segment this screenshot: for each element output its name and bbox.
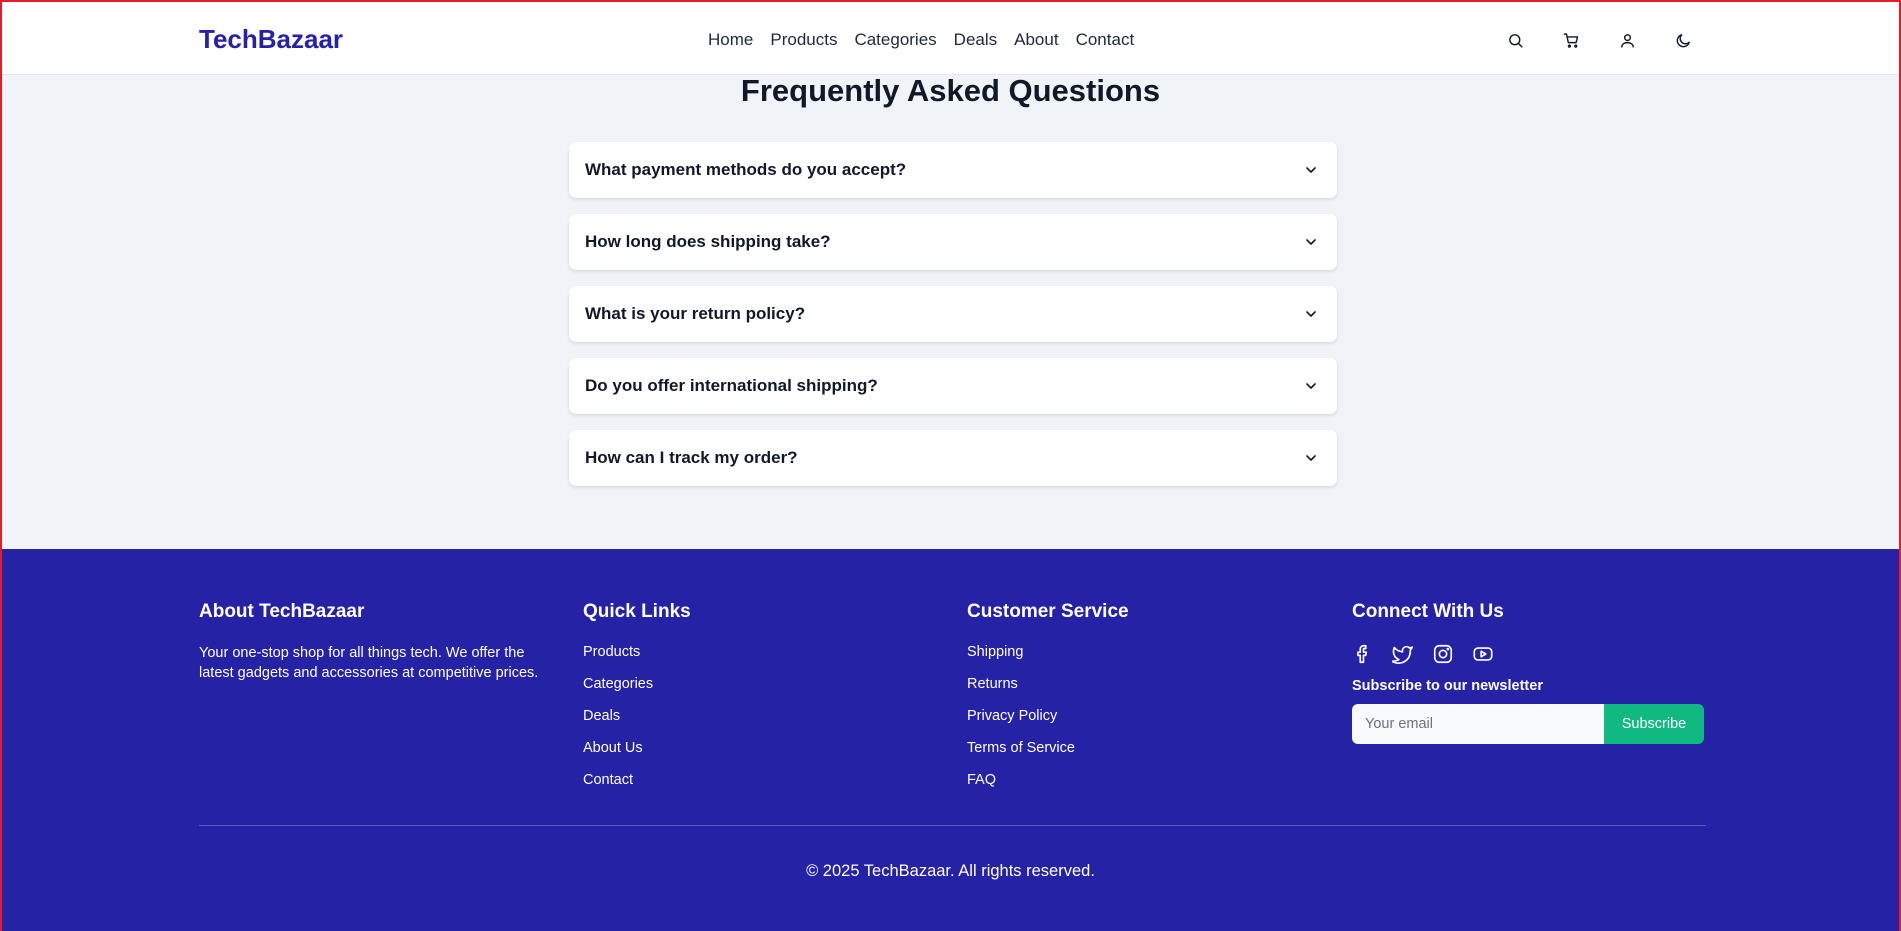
footer-link-privacy-policy[interactable]: Privacy Policy — [967, 707, 1129, 726]
footer-link-deals[interactable]: Deals — [583, 707, 691, 726]
header-actions — [1504, 29, 1728, 51]
faq-question: What payment methods do you accept? — [585, 160, 907, 179]
newsletter-form: Subscribe — [1352, 704, 1704, 744]
footer-about: About TechBazaar Your one-stop shop for … — [199, 601, 559, 683]
footer-customer-service: Customer Service Shipping Returns Privac… — [967, 601, 1129, 803]
footer-divider — [199, 825, 1706, 826]
site-footer: About TechBazaar Your one-stop shop for … — [2, 549, 1899, 931]
chevron-down-icon — [1303, 450, 1319, 466]
faq-title: Frequently Asked Questions — [740, 73, 1161, 108]
faq-item[interactable]: What is your return policy? — [569, 286, 1337, 342]
footer-customer-service-title: Customer Service — [967, 601, 1129, 622]
faq-item[interactable]: Do you offer international shipping? — [569, 358, 1337, 414]
main-nav: Home Products Categories Deals About Con… — [708, 30, 1151, 50]
faq-item[interactable]: How can I track my order? — [569, 430, 1337, 486]
subscribe-button[interactable]: Subscribe — [1604, 704, 1704, 744]
twitter-icon[interactable] — [1392, 640, 1432, 668]
moon-icon[interactable] — [1672, 29, 1694, 51]
chevron-down-icon — [1303, 234, 1319, 250]
youtube-icon[interactable] — [1472, 640, 1512, 668]
nav-link-home[interactable]: Home — [708, 30, 753, 50]
nav-link-about[interactable]: About — [1014, 30, 1058, 50]
site-logo[interactable]: TechBazaar — [199, 24, 343, 55]
footer-link-faq[interactable]: FAQ — [967, 771, 1129, 790]
footer-link-contact[interactable]: Contact — [583, 771, 691, 790]
footer-quick-links-title: Quick Links — [583, 601, 691, 622]
faq-item[interactable]: How long does shipping take? — [569, 214, 1337, 270]
cart-icon[interactable] — [1560, 29, 1582, 51]
footer-link-shipping[interactable]: Shipping — [967, 643, 1129, 662]
facebook-icon[interactable] — [1352, 640, 1392, 668]
footer-about-title: About TechBazaar — [199, 601, 365, 622]
faq-list: What payment methods do you accept? How … — [569, 142, 1337, 502]
footer-connect-title: Connect With Us — [1352, 601, 1504, 622]
faq-question: What is your return policy? — [585, 304, 806, 323]
chevron-down-icon — [1303, 306, 1319, 322]
site-header: TechBazaar Home Products Categories Deal… — [2, 2, 1899, 75]
newsletter-label: Subscribe to our newsletter — [1352, 678, 1543, 694]
nav-link-deals[interactable]: Deals — [954, 30, 997, 50]
footer-connect: Connect With Us Subscribe to our newslet… — [1352, 601, 1704, 744]
faq-question: How can I track my order? — [585, 448, 798, 467]
footer-link-categories[interactable]: Categories — [583, 675, 691, 694]
footer-link-terms-of-service[interactable]: Terms of Service — [967, 739, 1129, 758]
footer-link-products[interactable]: Products — [583, 643, 691, 662]
chevron-down-icon — [1303, 162, 1319, 178]
footer-link-returns[interactable]: Returns — [967, 675, 1129, 694]
chevron-down-icon — [1303, 378, 1319, 394]
footer-about-text: Your one-stop shop for all things tech. … — [199, 645, 539, 681]
search-icon[interactable] — [1504, 29, 1526, 51]
copyright-text: © 2025 TechBazaar. All rights reserved. — [806, 862, 1095, 880]
nav-link-products[interactable]: Products — [770, 30, 837, 50]
faq-question: How long does shipping take? — [585, 232, 831, 251]
social-links — [1352, 640, 1704, 668]
footer-link-about-us[interactable]: About Us — [583, 739, 691, 758]
user-icon[interactable] — [1616, 29, 1638, 51]
instagram-icon[interactable] — [1432, 640, 1472, 668]
footer-quick-links: Quick Links Products Categories Deals Ab… — [583, 601, 691, 803]
faq-question: Do you offer international shipping? — [585, 376, 878, 395]
newsletter-email-input[interactable] — [1352, 704, 1604, 744]
nav-link-contact[interactable]: Contact — [1076, 30, 1135, 50]
nav-link-categories[interactable]: Categories — [854, 30, 936, 50]
faq-item[interactable]: What payment methods do you accept? — [569, 142, 1337, 198]
